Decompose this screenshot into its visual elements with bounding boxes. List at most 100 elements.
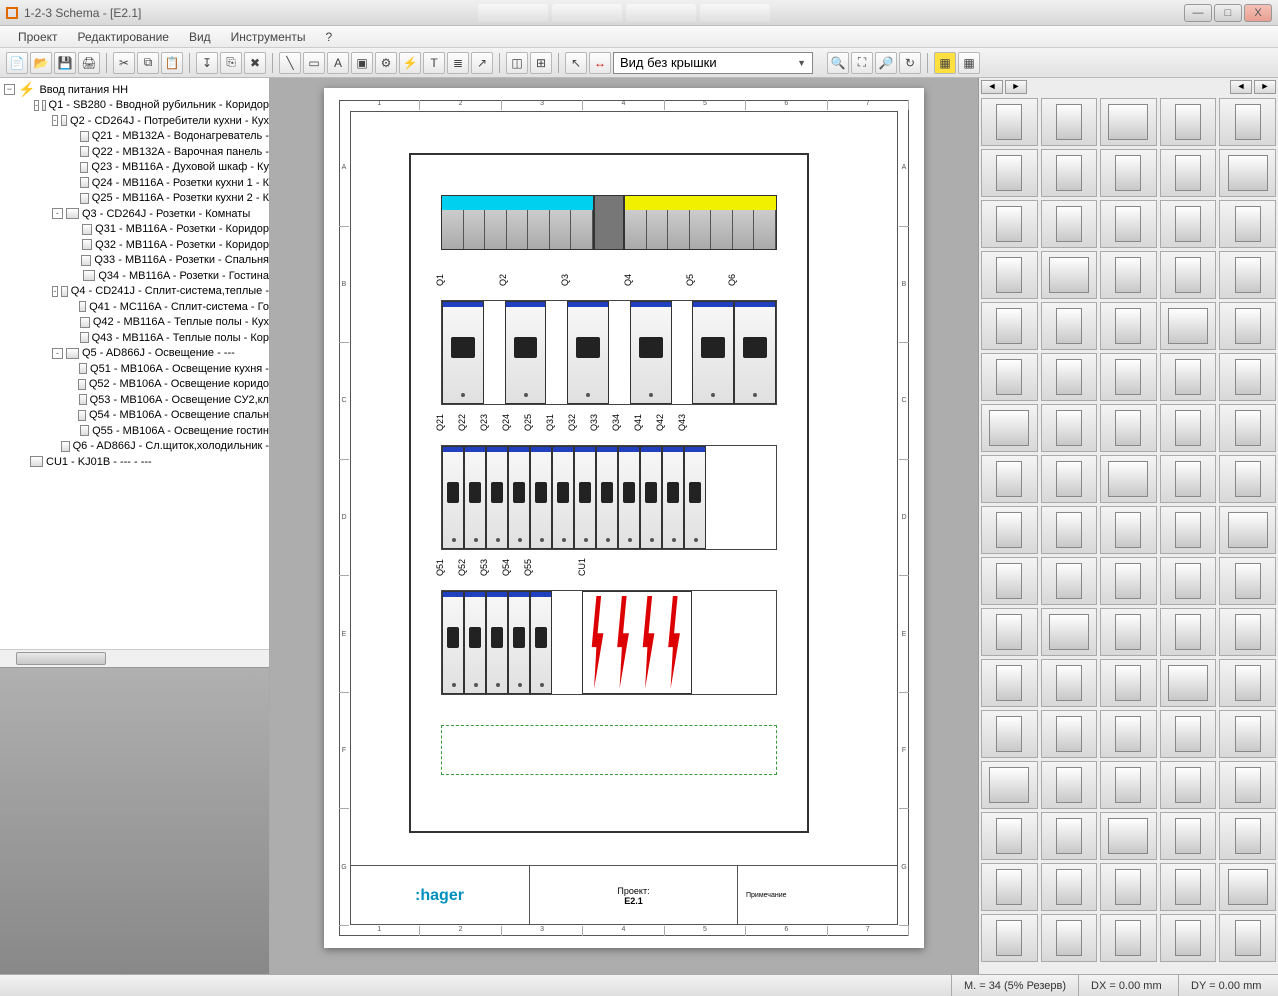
enclosure[interactable]: Q1Q2Q3Q4Q5Q6 Q21Q22Q23Q24Q25Q31Q32Q33Q34… [409, 153, 809, 833]
tree-item[interactable]: Q53 - MB106A - Освещение СУ2,кл [4, 392, 269, 408]
tree-item[interactable]: Q23 - MB116A - Духовой шкаф - Ку [4, 160, 269, 176]
palette-item[interactable] [1041, 353, 1098, 401]
palette-item[interactable] [1041, 302, 1098, 350]
palette-item[interactable] [981, 863, 1038, 911]
breaker-Q4[interactable]: Q4 [630, 301, 672, 404]
tree-item[interactable]: Q54 - MB106A - Освещение спальн [4, 408, 269, 424]
palette-item[interactable] [1041, 149, 1098, 197]
breaker-Q53[interactable]: Q53 [486, 591, 508, 694]
palette-item[interactable] [1041, 404, 1098, 452]
text-icon[interactable]: A [327, 52, 349, 74]
palette-item[interactable] [1100, 608, 1157, 656]
line-icon[interactable]: ╲ [279, 52, 301, 74]
palette-grid[interactable] [979, 96, 1278, 974]
palette-item[interactable] [1160, 200, 1217, 248]
menu-tools[interactable]: Инструменты [221, 28, 316, 46]
palette-item[interactable] [1100, 200, 1157, 248]
palette-item[interactable] [1160, 353, 1217, 401]
palette-item[interactable] [1219, 200, 1276, 248]
palette-item[interactable] [1219, 557, 1276, 605]
bg-tab[interactable] [626, 4, 696, 22]
palette-item[interactable] [1100, 506, 1157, 554]
palette-item[interactable] [1100, 659, 1157, 707]
breaker-Q41[interactable]: Q41 [640, 446, 662, 549]
refresh-icon[interactable]: ↻ [899, 52, 921, 74]
breaker-Q1[interactable]: Q1 [442, 301, 484, 404]
copy-icon[interactable]: ⧉ [137, 52, 159, 74]
palette-item[interactable] [1100, 302, 1157, 350]
palette-item[interactable] [1041, 659, 1098, 707]
grid-icon[interactable]: ▦ [958, 52, 980, 74]
tree-item[interactable]: Q6 - AD866J - Сл.щиток,холодильник - [4, 439, 269, 455]
breaker-Q31[interactable]: Q31 [552, 446, 574, 549]
palette-item[interactable] [1041, 200, 1098, 248]
tree-item[interactable]: -Q5 - AD866J - Освещение - --- [4, 346, 269, 362]
palette-item[interactable] [1100, 761, 1157, 809]
palette-item[interactable] [981, 98, 1038, 146]
symbol1-icon[interactable]: ⚙ [375, 52, 397, 74]
rect-icon[interactable]: ▭ [303, 52, 325, 74]
palette-item[interactable] [1041, 761, 1098, 809]
palette-item[interactable] [1100, 98, 1157, 146]
export-icon[interactable]: ↗ [471, 52, 493, 74]
breaker-Q24[interactable]: Q24 [508, 446, 530, 549]
palette-item[interactable] [1160, 404, 1217, 452]
palette-item[interactable] [1219, 251, 1276, 299]
palette-item[interactable] [1041, 557, 1098, 605]
palette-item[interactable] [1160, 863, 1217, 911]
breaker-Q33[interactable]: Q33 [596, 446, 618, 549]
palette-item[interactable] [1041, 812, 1098, 860]
tree-item[interactable]: Q34 - MB116A - Розетки - Гостина [4, 268, 269, 284]
zoom-fit-icon[interactable]: ⛶ [851, 52, 873, 74]
tree-item[interactable]: CU1 - KJ01B - --- - --- [4, 454, 269, 470]
palette-item[interactable] [1219, 302, 1276, 350]
zoom-out-icon[interactable]: 🔎 [875, 52, 897, 74]
breaker-Q25[interactable]: Q25 [530, 446, 552, 549]
palette-item[interactable] [1219, 863, 1276, 911]
palette-item[interactable] [1100, 251, 1157, 299]
palette-item[interactable] [1219, 98, 1276, 146]
palette-item[interactable] [1160, 251, 1217, 299]
open-icon[interactable]: 📂 [30, 52, 52, 74]
menu-edit[interactable]: Редактирование [68, 28, 179, 46]
text2-icon[interactable]: T [423, 52, 445, 74]
breaker-Q34[interactable]: Q34 [618, 446, 640, 549]
breaker-Q42[interactable]: Q42 [662, 446, 684, 549]
spare-row[interactable] [441, 725, 777, 775]
cut-icon[interactable]: ✂ [113, 52, 135, 74]
palette-item[interactable] [1219, 455, 1276, 503]
tree-item[interactable]: Q25 - MB116A - Розетки кухни 2 - К [4, 191, 269, 207]
tree-item[interactable]: Q55 - MB106A - Освещение гостин [4, 423, 269, 439]
palette-item[interactable] [1160, 506, 1217, 554]
cursor-icon[interactable]: ↖ [565, 52, 587, 74]
bg-tab[interactable] [478, 4, 548, 22]
palette-item[interactable] [1219, 914, 1276, 962]
palette-item[interactable] [1041, 710, 1098, 758]
palette-item[interactable] [981, 455, 1038, 503]
palette-item[interactable] [1219, 506, 1276, 554]
palette-item[interactable] [981, 914, 1038, 962]
tree-item[interactable]: Q42 - MB116A - Теплые полы - Кух [4, 315, 269, 331]
palette-item[interactable] [981, 353, 1038, 401]
bg-tab[interactable] [700, 4, 770, 22]
drawing-canvas[interactable]: 1234567 1234567 ABCDEFG ABCDEFG [270, 78, 978, 974]
paste-icon[interactable]: 📋 [161, 52, 183, 74]
copy-page-icon[interactable]: ⎘ [220, 52, 242, 74]
breaker-row-3[interactable]: Q51Q52Q53Q54Q55CU1 [441, 590, 777, 695]
palette-item[interactable] [1041, 98, 1098, 146]
palette-next2-icon[interactable]: ► [1254, 80, 1276, 94]
palette-item[interactable] [1219, 761, 1276, 809]
breaker-row-2[interactable]: Q21Q22Q23Q24Q25Q31Q32Q33Q34Q41Q42Q43 [441, 445, 777, 550]
palette-item[interactable] [1160, 302, 1217, 350]
palette-item[interactable] [1100, 557, 1157, 605]
breaker-Q43[interactable]: Q43 [684, 446, 706, 549]
label-icon[interactable]: ▣ [351, 52, 373, 74]
tree-item[interactable]: Q31 - MB116A - Розетки - Коридор [4, 222, 269, 238]
symbol2-icon[interactable]: ⚡ [399, 52, 421, 74]
breaker-Q21[interactable]: Q21 [442, 446, 464, 549]
palette-item[interactable] [1041, 608, 1098, 656]
breaker-Q5[interactable]: Q5 [692, 301, 734, 404]
palette-item[interactable] [1160, 455, 1217, 503]
palette-item[interactable] [1219, 608, 1276, 656]
new-icon[interactable]: 📄 [6, 52, 28, 74]
